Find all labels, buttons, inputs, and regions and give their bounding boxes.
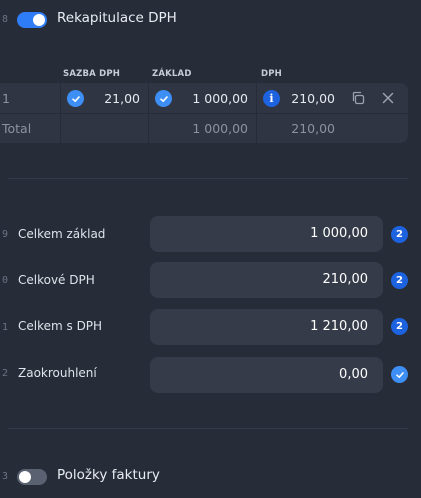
total-with-vat-value: 1 210,00	[310, 319, 368, 334]
count-badge[interactable]: 2	[391, 272, 408, 289]
total-with-vat-field[interactable]: 1 210,00	[150, 309, 383, 345]
check-icon	[67, 90, 84, 107]
line-number: 0	[1, 275, 8, 286]
rounding-label: Zaokrouhlení	[18, 366, 97, 380]
vat-recap-title: Rekapitulace DPH	[57, 10, 177, 26]
check-icon	[155, 90, 172, 107]
line-number: 2	[1, 368, 8, 379]
count-badge-text: 2	[396, 275, 403, 286]
vat-recap-toggle[interactable]	[17, 12, 47, 28]
count-badge[interactable]: 2	[391, 318, 408, 335]
invoice-items-title: Položky faktury	[57, 467, 160, 483]
total-base: 1 000,00	[192, 121, 248, 136]
invoice-vat-panel: 8 Rekapitulace DPH SAZBA DPH ZÁKLAD DPH …	[0, 0, 421, 498]
copy-icon[interactable]	[349, 89, 367, 107]
rounding-value: 0,00	[339, 367, 368, 382]
count-badge[interactable]: 2	[391, 226, 408, 243]
row-index: 1	[2, 91, 10, 106]
vat-table: 1 21,00 1 000,00 i 210,00 Total 1 000,00	[0, 83, 408, 143]
total-vat: 210,00	[291, 121, 335, 136]
section-divider	[8, 428, 408, 429]
column-header-base: ZÁKLAD	[152, 69, 192, 79]
count-badge-text: 2	[396, 321, 403, 332]
total-label: Total	[2, 121, 32, 136]
column-header-vat: DPH	[261, 69, 282, 79]
line-number: 3	[1, 471, 8, 482]
total-with-vat-label: Celkem s DPH	[18, 319, 103, 333]
check-icon[interactable]	[391, 366, 408, 383]
total-base-field[interactable]: 1 000,00	[150, 216, 383, 252]
line-number: 9	[1, 229, 8, 240]
total-base-value: 1 000,00	[310, 226, 368, 241]
close-icon[interactable]	[379, 89, 397, 107]
total-vat-field[interactable]: 210,00	[150, 262, 383, 298]
vat-amount-input[interactable]: 210,00	[284, 91, 335, 106]
invoice-items-toggle[interactable]	[17, 469, 47, 485]
toggle-knob	[33, 14, 45, 26]
section-divider	[8, 178, 408, 179]
line-number: 1	[1, 322, 8, 333]
row-divider	[0, 113, 408, 114]
rounding-field[interactable]: 0,00	[150, 357, 383, 393]
total-vat-label: Celkové DPH	[18, 273, 95, 287]
total-base-label: Celkem základ	[18, 227, 106, 241]
toggle-knob	[19, 471, 31, 483]
info-icon[interactable]: i	[263, 90, 280, 107]
column-header-rate: SAZBA DPH	[63, 69, 121, 79]
vat-base-input[interactable]: 1 000,00	[176, 91, 248, 106]
count-badge-text: 2	[396, 229, 403, 240]
vat-rate-input[interactable]: 21,00	[88, 91, 140, 106]
total-vat-value: 210,00	[322, 272, 369, 287]
line-number: 8	[1, 14, 8, 25]
